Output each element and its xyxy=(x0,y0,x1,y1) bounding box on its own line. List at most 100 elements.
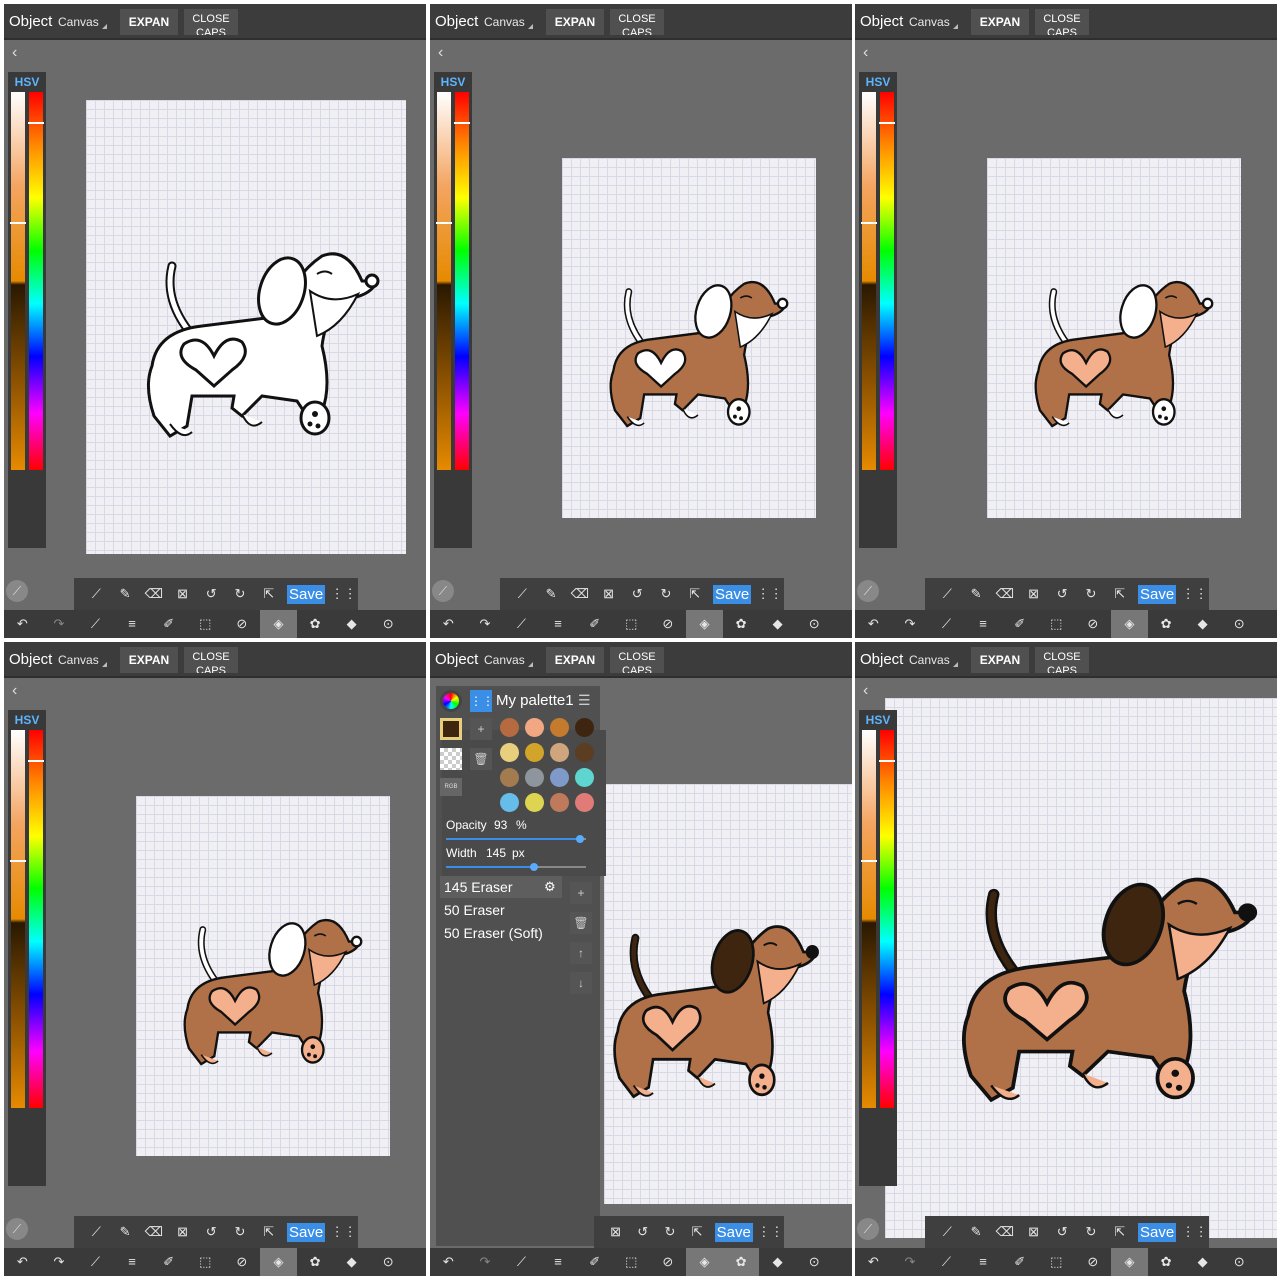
no-fill-icon[interactable]: ⊘ xyxy=(1075,610,1112,638)
more-icon[interactable]: ⊙ xyxy=(1221,1248,1258,1276)
eyedropper-icon[interactable]: ⟋ xyxy=(77,610,114,638)
move-down-button[interactable]: ↓ xyxy=(570,972,592,994)
hsv-label[interactable]: HSV xyxy=(861,712,895,728)
palette-swatch[interactable] xyxy=(550,718,569,737)
brush-item[interactable]: 50 Eraser (Soft) xyxy=(440,922,562,944)
layers-icon[interactable]: ◆ xyxy=(1184,610,1221,638)
eraser-icon[interactable]: ⌫ xyxy=(139,586,168,602)
bucket-icon[interactable]: ◈ xyxy=(1111,1248,1148,1276)
close-caps-button[interactable]: CLOSE CAPS xyxy=(1035,647,1089,673)
no-fill-icon[interactable]: ⊘ xyxy=(650,1248,687,1276)
transform-icon[interactable]: ⊠ xyxy=(1019,1224,1048,1240)
pen-icon[interactable]: ✎ xyxy=(962,586,991,602)
brush-size-icon[interactable]: ⟋ xyxy=(432,580,454,602)
palette-swatch[interactable] xyxy=(575,718,594,737)
collapse-chevron-icon[interactable]: ‹ xyxy=(863,44,868,62)
palette-swatch[interactable] xyxy=(525,793,544,812)
undo-icon[interactable]: ↶ xyxy=(430,1248,467,1276)
expand-button[interactable]: EXPAN xyxy=(120,9,178,35)
palette-swatch[interactable] xyxy=(500,743,519,762)
brush-item[interactable]: 50 Eraser xyxy=(440,899,562,921)
saturation-value-strip[interactable] xyxy=(437,92,451,470)
close-caps-button[interactable]: CLOSE CAPS xyxy=(184,9,238,35)
eraser-icon[interactable]: ⌫ xyxy=(990,586,1019,602)
no-fill-icon[interactable]: ⊘ xyxy=(650,610,687,638)
menu-icon[interactable]: ≡ xyxy=(965,1248,1002,1276)
save-button[interactable]: Save xyxy=(714,1222,753,1242)
brush-size-icon[interactable]: ⟋ xyxy=(6,580,28,602)
eyedropper-icon[interactable]: ⟋ xyxy=(928,610,965,638)
redo-icon[interactable]: ↷ xyxy=(892,1248,929,1276)
add-swatch-button[interactable]: + xyxy=(470,718,492,740)
menu-icon[interactable]: ≡ xyxy=(540,610,577,638)
transform-icon[interactable]: ⊠ xyxy=(168,1224,197,1240)
canvas-dropdown[interactable]: Canvas xyxy=(58,15,107,29)
expand-button[interactable]: EXPAN xyxy=(546,9,604,35)
undo-icon[interactable]: ↶ xyxy=(4,610,41,638)
save-button[interactable]: Save xyxy=(287,584,326,604)
redo-icon[interactable]: ↷ xyxy=(467,610,504,638)
rotate-left-icon[interactable]: ↺ xyxy=(1048,586,1077,602)
redo-icon[interactable]: ↷ xyxy=(41,1248,78,1276)
saturation-value-strip[interactable] xyxy=(11,730,25,1108)
palette-grid-icon[interactable]: ⋮⋮ xyxy=(470,690,494,712)
palette-name[interactable]: My palette1 xyxy=(496,692,574,709)
delete-brush-button[interactable]: 🗑 xyxy=(570,912,592,934)
palette-list-icon[interactable]: ☰ xyxy=(578,692,591,709)
object-tab[interactable]: Object xyxy=(435,13,478,30)
palette-icon[interactable]: ✿ xyxy=(297,1248,334,1276)
bucket-icon[interactable]: ◈ xyxy=(260,1248,297,1276)
grid-icon[interactable]: ⋮⋮ xyxy=(329,586,358,602)
more-icon[interactable]: ⊙ xyxy=(370,610,407,638)
canvas-dropdown[interactable]: Canvas xyxy=(484,653,533,667)
export-icon[interactable]: ⇱ xyxy=(1105,1224,1134,1240)
brush-size-icon[interactable]: ⟋ xyxy=(857,1218,879,1240)
menu-icon[interactable]: ≡ xyxy=(114,1248,151,1276)
hsv-color-picker[interactable]: HSV xyxy=(8,72,46,548)
hsv-color-picker[interactable]: HSV xyxy=(859,710,897,1186)
grid-icon[interactable]: ⋮⋮ xyxy=(755,586,784,602)
collapse-chevron-icon[interactable]: ‹ xyxy=(863,682,868,700)
brush-size-icon[interactable]: ⟋ xyxy=(6,1218,28,1240)
edit-icon[interactable]: ✐ xyxy=(1001,610,1038,638)
edit-icon[interactable]: ✐ xyxy=(1001,1248,1038,1276)
no-fill-icon[interactable]: ⊘ xyxy=(224,610,261,638)
edit-icon[interactable]: ✐ xyxy=(150,610,187,638)
pen-icon[interactable]: ✎ xyxy=(537,586,566,602)
rgb-button[interactable]: RGB xyxy=(440,778,462,796)
close-caps-button[interactable]: CLOSE CAPS xyxy=(1035,9,1089,35)
transparent-color-swatch[interactable] xyxy=(440,748,462,770)
redo-icon[interactable]: ↷ xyxy=(892,610,929,638)
grid-icon[interactable]: ⋮⋮ xyxy=(1180,586,1209,602)
canvas-dropdown[interactable]: Canvas xyxy=(909,653,958,667)
selection-icon[interactable]: ⬚ xyxy=(1038,610,1075,638)
no-fill-icon[interactable]: ⊘ xyxy=(224,1248,261,1276)
edit-icon[interactable]: ✐ xyxy=(576,1248,613,1276)
palette-swatch[interactable] xyxy=(575,743,594,762)
transform-icon[interactable]: ⊠ xyxy=(1019,586,1048,602)
delete-swatch-button[interactable]: 🗑 xyxy=(470,748,492,770)
undo-icon[interactable]: ↶ xyxy=(855,610,892,638)
expand-button[interactable]: EXPAN xyxy=(120,647,178,673)
rotate-left-icon[interactable]: ↺ xyxy=(197,1224,226,1240)
eyedropper-icon[interactable]: ⟋ xyxy=(82,1224,111,1240)
bucket-icon[interactable]: ◈ xyxy=(1111,610,1148,638)
transform-icon[interactable]: ⊠ xyxy=(602,1224,629,1240)
more-icon[interactable]: ⊙ xyxy=(796,1248,833,1276)
undo-icon[interactable]: ↶ xyxy=(430,610,467,638)
brush-size-icon[interactable]: ⟋ xyxy=(857,580,879,602)
save-button[interactable]: Save xyxy=(713,584,752,604)
hsv-label[interactable]: HSV xyxy=(10,74,44,90)
eyedropper-icon[interactable]: ⟋ xyxy=(928,1248,965,1276)
palette-swatch[interactable] xyxy=(575,793,594,812)
hsv-color-picker[interactable]: HSV xyxy=(859,72,897,548)
palette-icon[interactable]: ✿ xyxy=(297,610,334,638)
selection-icon[interactable]: ⬚ xyxy=(187,1248,224,1276)
layers-icon[interactable]: ◆ xyxy=(333,610,370,638)
eyedropper-icon[interactable]: ⟋ xyxy=(933,1224,962,1240)
undo-icon[interactable]: ↶ xyxy=(4,1248,41,1276)
rotate-right-icon[interactable]: ↻ xyxy=(226,1224,255,1240)
palette-icon[interactable]: ✿ xyxy=(722,1248,760,1276)
export-icon[interactable]: ⇱ xyxy=(254,1224,283,1240)
canvas-dropdown[interactable]: Canvas xyxy=(484,15,533,29)
